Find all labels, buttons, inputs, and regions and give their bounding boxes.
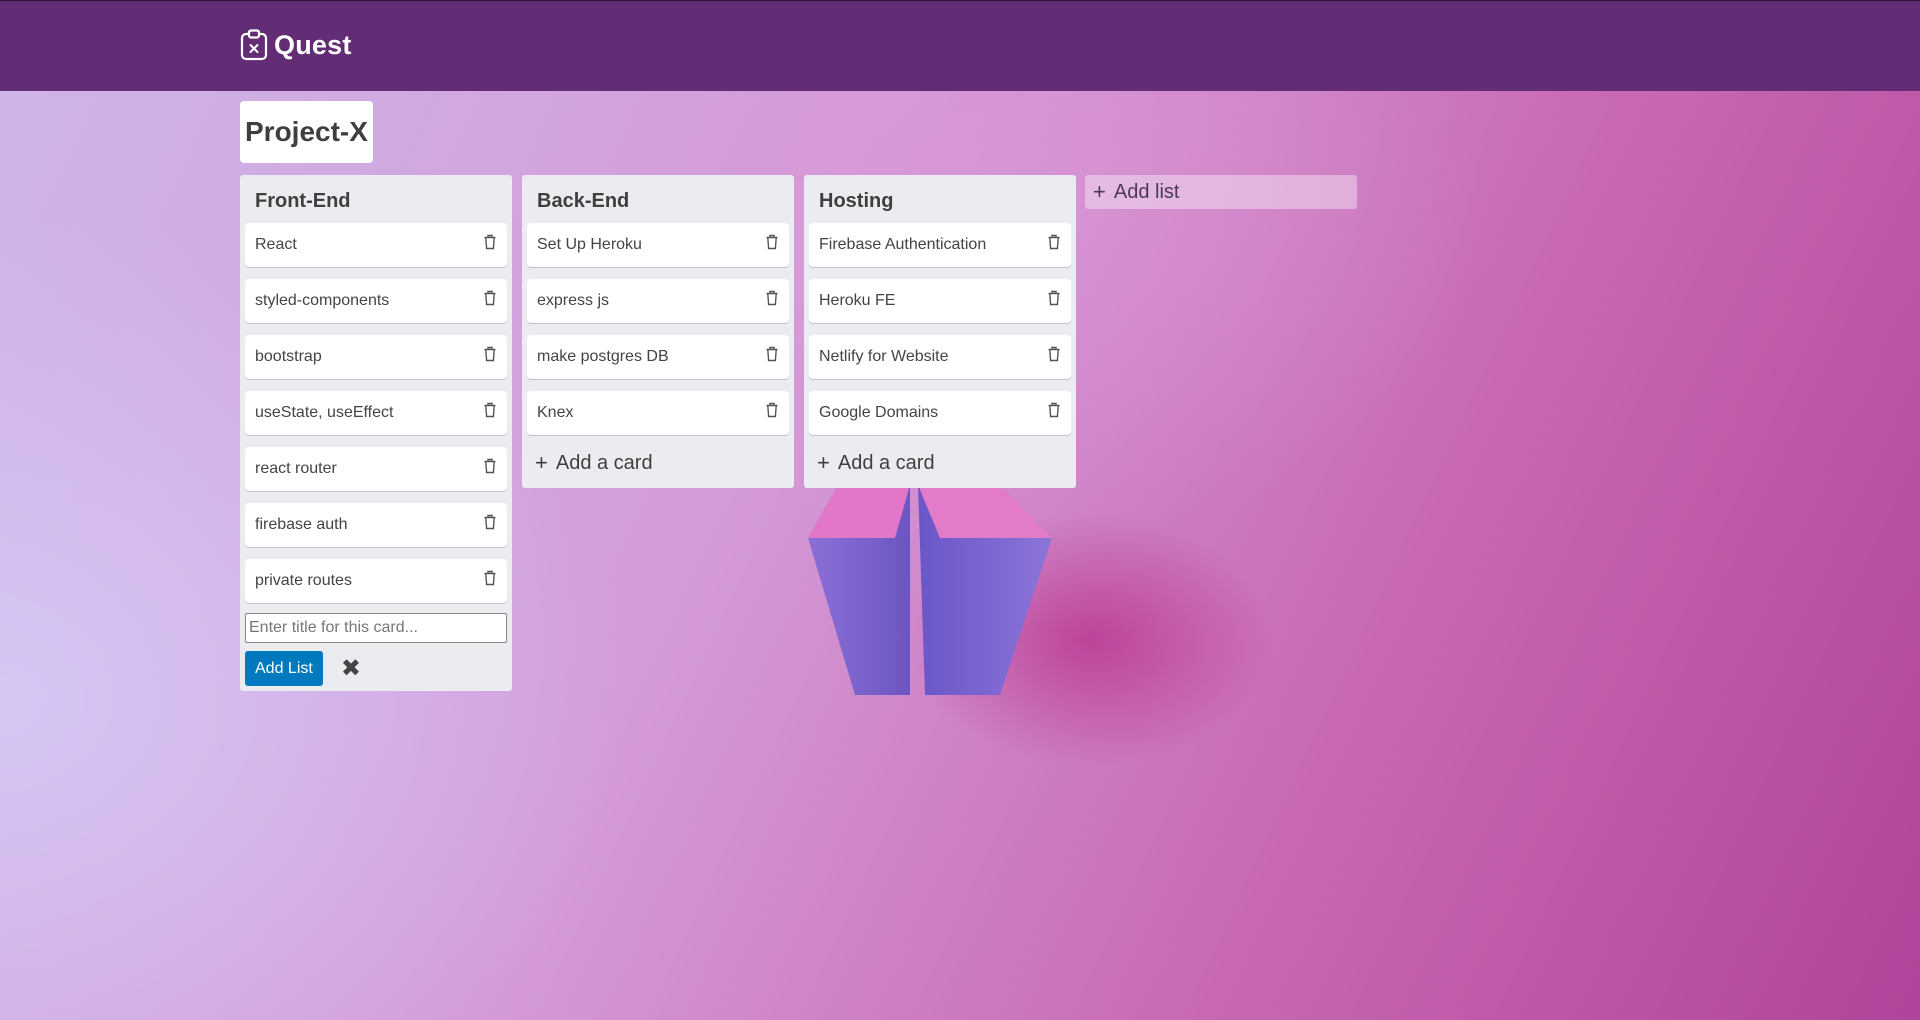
trash-icon[interactable] (1047, 234, 1061, 250)
card-title: private routes (255, 572, 352, 589)
card[interactable]: firebase auth (245, 503, 507, 547)
trash-icon[interactable] (483, 458, 497, 474)
add-list-label: Add list (1113, 180, 1180, 203)
trash-icon[interactable] (483, 570, 497, 586)
card[interactable]: Heroku FE (809, 279, 1071, 323)
trash-icon[interactable] (765, 290, 779, 306)
top-navbar: Quest (0, 0, 1920, 91)
card[interactable]: make postgres DB (527, 335, 789, 379)
trash-icon[interactable] (765, 234, 779, 250)
plus-icon: + (535, 450, 548, 475)
list-back-end: Back-End Set Up Heroku express js make p… (522, 175, 794, 488)
close-icon[interactable]: ✖ (341, 656, 361, 681)
trash-icon[interactable] (765, 346, 779, 362)
add-card-button[interactable]: + Add a card (809, 443, 1071, 483)
card[interactable]: Firebase Authentication (809, 223, 1071, 267)
app-name: Quest (274, 29, 352, 60)
list-title[interactable]: Hosting (809, 175, 1071, 223)
card[interactable]: Knex (527, 391, 789, 435)
card[interactable]: bootstrap (245, 335, 507, 379)
card-title: Knex (537, 404, 574, 421)
card[interactable]: Set Up Heroku (527, 223, 789, 267)
card[interactable]: react router (245, 447, 507, 491)
trash-icon[interactable] (483, 290, 497, 306)
card-title: Set Up Heroku (537, 236, 642, 253)
trash-icon[interactable] (765, 402, 779, 418)
trash-icon[interactable] (1047, 290, 1061, 306)
add-card-button[interactable]: + Add a card (527, 443, 789, 483)
card-title: bootstrap (255, 348, 322, 365)
card-title: react router (255, 460, 337, 477)
board-title[interactable]: Project-X (240, 101, 373, 163)
plus-icon: + (817, 450, 830, 475)
card[interactable]: styled-components (245, 279, 507, 323)
list-title[interactable]: Front-End (245, 175, 507, 223)
card-title: Firebase Authentication (819, 236, 987, 253)
trash-icon[interactable] (483, 346, 497, 362)
list-front-end: Front-End React styled-components bootst… (240, 175, 512, 691)
card[interactable]: express js (527, 279, 789, 323)
card[interactable]: React (245, 223, 507, 267)
add-list-button[interactable]: Add List (245, 651, 323, 686)
card-title: make postgres DB (537, 348, 669, 365)
card[interactable]: Netlify for Website (809, 335, 1071, 379)
trash-icon[interactable] (1047, 346, 1061, 362)
card-title: styled-components (255, 292, 390, 309)
card[interactable]: useState, useEffect (245, 391, 507, 435)
card-title-input[interactable] (245, 613, 507, 643)
list-title[interactable]: Back-End (527, 175, 789, 223)
background-3d-shape (808, 485, 1052, 695)
card[interactable]: private routes (245, 559, 507, 603)
trash-icon[interactable] (483, 234, 497, 250)
card-title: express js (537, 292, 610, 309)
add-card-label: Add a card (837, 451, 935, 474)
card-title: firebase auth (255, 516, 348, 533)
add-card-label: Add a card (555, 451, 653, 474)
card-title: Google Domains (819, 404, 939, 421)
card[interactable]: Google Domains (809, 391, 1071, 435)
brand[interactable]: Quest (240, 29, 352, 61)
card-title: Heroku FE (819, 292, 896, 309)
trash-icon[interactable] (1047, 402, 1061, 418)
clipboard-x-icon (240, 29, 268, 61)
list-hosting: Hosting Firebase Authentication Heroku F… (804, 175, 1076, 488)
trash-icon[interactable] (483, 402, 497, 418)
add-list-button[interactable]: + Add list (1085, 175, 1357, 209)
trash-icon[interactable] (483, 514, 497, 530)
card-title: useState, useEffect (255, 404, 394, 421)
composer-actions: Add List ✖ (245, 651, 507, 686)
plus-icon: + (1093, 179, 1106, 204)
card-title: React (255, 236, 297, 253)
card-title: Netlify for Website (819, 348, 949, 365)
